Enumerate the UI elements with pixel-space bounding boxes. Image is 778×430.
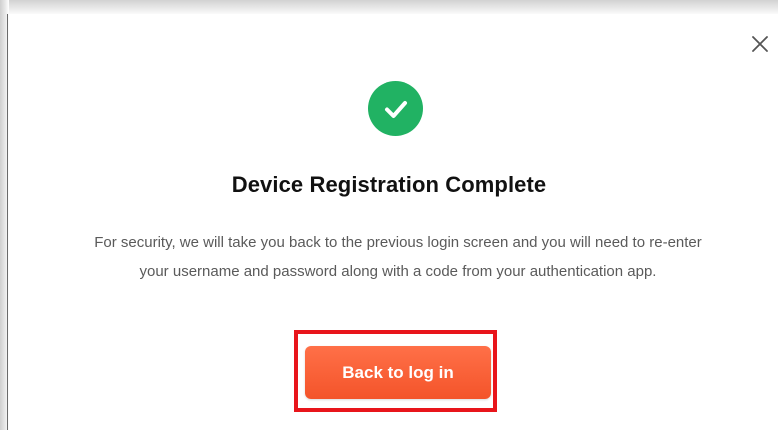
dialog-message: For security, we will take you back to t… <box>94 234 702 280</box>
dialog-title: Device Registration Complete <box>231 172 547 197</box>
window-top-edge <box>0 0 778 14</box>
close-button[interactable] <box>740 24 778 64</box>
screen: Device Registration Complete For securit… <box>0 0 778 430</box>
check-circle-icon <box>368 81 423 136</box>
back-to-login-button[interactable]: Back to log in <box>305 346 491 399</box>
close-icon <box>752 36 768 52</box>
window-border <box>7 14 8 430</box>
checkmark-icon <box>384 100 407 118</box>
